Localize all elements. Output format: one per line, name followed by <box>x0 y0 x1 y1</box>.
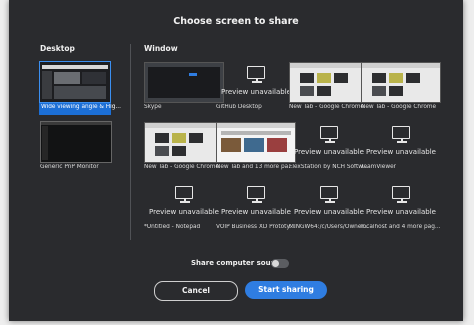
window-tile-chrome-3[interactable]: New Tab - Google Chrome <box>144 122 224 174</box>
preview-unavailable: Preview unavailable <box>289 182 369 222</box>
preview-unavailable: Preview unavailable <box>216 62 296 102</box>
window-tile-label: Skype <box>144 104 162 110</box>
monitor-icon <box>392 186 410 199</box>
window-tile-github[interactable]: Preview unavailable GitHub Desktop <box>216 62 296 114</box>
monitor-icon <box>247 66 265 79</box>
window-thumbnail <box>361 62 441 103</box>
window-tile-chrome-1[interactable]: New Tab - Google Chrome <box>289 62 369 114</box>
window-tile-label: FlexStation by NCH Softw... <box>289 164 369 170</box>
preview-unavailable: Preview unavailable <box>289 122 369 162</box>
window-tile-label: New Tab and 13 more pag... <box>216 164 296 170</box>
desktop-thumbnail <box>39 61 111 103</box>
dialog-title: Choose screen to share <box>173 16 299 27</box>
window-tile-flexstation[interactable]: Preview unavailable FlexStation by NCH S… <box>289 122 369 174</box>
window-tile-label: New Tab - Google Chrome <box>144 164 220 170</box>
preview-unavailable: Preview unavailable <box>216 182 296 222</box>
preview-unavailable: Preview unavailable <box>361 182 441 222</box>
window-tile-label: MINGW64:/c/Users/Owner... <box>289 224 369 230</box>
desktop-tile-label: Wide viewing angle & Hig... <box>41 104 121 110</box>
start-sharing-button[interactable]: Start sharing <box>245 281 327 299</box>
share-sound-toggle[interactable] <box>271 259 289 268</box>
window-tile-label: *Untitled - Notepad <box>144 224 201 230</box>
window-thumbnail <box>144 62 224 103</box>
window-tile-label: VOIP Business XD Prototyp... <box>216 224 296 230</box>
desktop-tile-1[interactable]: Wide viewing angle & Hig... <box>39 61 121 115</box>
window-tile-teamviewer[interactable]: Preview unavailable TeamViewer <box>361 122 441 174</box>
monitor-icon <box>247 186 265 199</box>
preview-unavailable: Preview unavailable <box>361 122 441 162</box>
share-screen-dialog: Choose screen to share Desktop Window Wi… <box>9 0 463 321</box>
monitor-icon <box>320 186 338 199</box>
window-tile-voip[interactable]: Preview unavailable VOIP Business XD Pro… <box>216 182 296 234</box>
window-tile-chrome-tabs[interactable]: New Tab and 13 more pag... <box>216 122 296 174</box>
window-tile-label: TeamViewer <box>361 164 397 170</box>
section-divider <box>130 44 131 240</box>
window-thumbnail <box>216 122 296 163</box>
window-tile-label: localhost and 4 more page... <box>361 224 441 230</box>
monitor-icon <box>320 126 338 139</box>
desktop-section-label: Desktop <box>40 44 75 53</box>
window-tile-label: GitHub Desktop <box>216 104 262 110</box>
toggle-knob <box>272 260 279 267</box>
window-tile-label: New Tab - Google Chrome <box>361 104 437 110</box>
desktop-tile-2[interactable]: Generic PnP Monitor <box>40 121 112 173</box>
share-sound-label: Share computer sound <box>191 259 281 267</box>
desktop-tile-label: Generic PnP Monitor <box>40 164 99 170</box>
window-thumbnail <box>144 122 224 163</box>
window-tile-localhost[interactable]: Preview unavailable localhost and 4 more… <box>361 182 441 234</box>
window-thumbnail <box>289 62 369 103</box>
monitor-icon <box>392 126 410 139</box>
window-tile-label: New Tab - Google Chrome <box>289 104 365 110</box>
window-tile-mingw[interactable]: Preview unavailable MINGW64:/c/Users/Own… <box>289 182 369 234</box>
preview-unavailable: Preview unavailable <box>144 182 224 222</box>
monitor-icon <box>175 186 193 199</box>
window-section-label: Window <box>144 44 178 53</box>
cancel-button[interactable]: Cancel <box>154 281 238 301</box>
desktop-thumbnail <box>40 121 112 163</box>
window-tile-notepad[interactable]: Preview unavailable *Untitled - Notepad <box>144 182 224 234</box>
window-tile-chrome-2[interactable]: New Tab - Google Chrome <box>361 62 441 114</box>
window-tile-skype[interactable]: Skype <box>144 62 224 114</box>
